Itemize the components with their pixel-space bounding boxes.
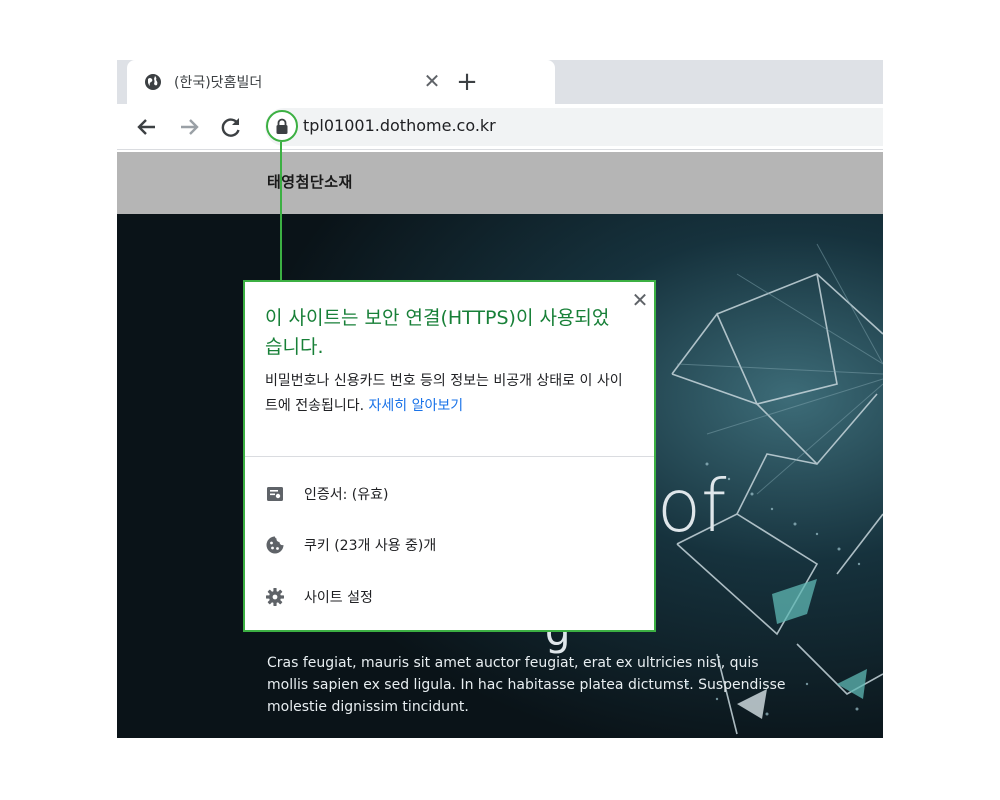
back-arrow-icon[interactable]: [134, 114, 160, 140]
reload-icon[interactable]: [218, 114, 244, 140]
site-settings-item[interactable]: 사이트 설정: [245, 572, 654, 622]
hero-body-text: Cras feugiat, mauris sit amet auctor feu…: [267, 655, 786, 715]
tab-title: (한국)닷홈빌더: [174, 75, 263, 91]
highlight-connector-line: [280, 142, 282, 280]
new-tab-button[interactable]: +: [453, 68, 481, 96]
tab-close-button[interactable]: ✕: [420, 69, 444, 93]
site-info-button[interactable]: [266, 110, 298, 142]
popup-close-button[interactable]: ✕: [628, 288, 652, 312]
popup-title: 이 사이트는 보안 연결(HTTPS)이 사용되었습니다.: [265, 307, 610, 358]
certificate-icon: [267, 487, 283, 501]
certificate-item[interactable]: 인증서: (유효): [245, 469, 654, 519]
browser-screenshot: (한국)닷홈빌더 ✕ + tpl01001.dothome.co.kr 태영첨단…: [0, 0, 1000, 800]
cookie-label: 쿠키 (23개 사용 중)개: [304, 538, 437, 554]
forward-arrow-icon[interactable]: [176, 114, 202, 140]
tab-strip: (한국)닷홈빌더 ✕ +: [117, 60, 883, 104]
site-security-popup: ✕ 이 사이트는 보안 연결(HTTPS)이 사용되었습니다. 비밀번호나 신용…: [243, 280, 656, 632]
url-text[interactable]: tpl01001.dothome.co.kr: [303, 116, 496, 135]
globe-icon: [145, 74, 161, 90]
browser-tab[interactable]: (한국)닷홈빌더 ✕: [127, 60, 555, 104]
cookie-item[interactable]: 쿠키 (23개 사용 중)개: [245, 520, 654, 570]
browser-toolbar: tpl01001.dothome.co.kr: [117, 104, 883, 150]
site-header: 태영첨단소재: [117, 152, 883, 214]
gear-icon: [266, 588, 284, 606]
site-settings-label: 사이트 설정: [304, 590, 373, 606]
lock-icon: [276, 118, 288, 134]
popup-description: 비밀번호나 신용카드 번호 등의 정보는 비공개 상태로 이 사이트에 전송됩니…: [265, 369, 635, 419]
cookie-icon: [266, 536, 284, 554]
popup-divider: [245, 456, 654, 457]
certificate-label: 인증서: (유효): [304, 487, 389, 503]
hero-heading-fragment: of: [657, 464, 727, 548]
learn-more-link[interactable]: 자세히 알아보기: [369, 398, 464, 414]
